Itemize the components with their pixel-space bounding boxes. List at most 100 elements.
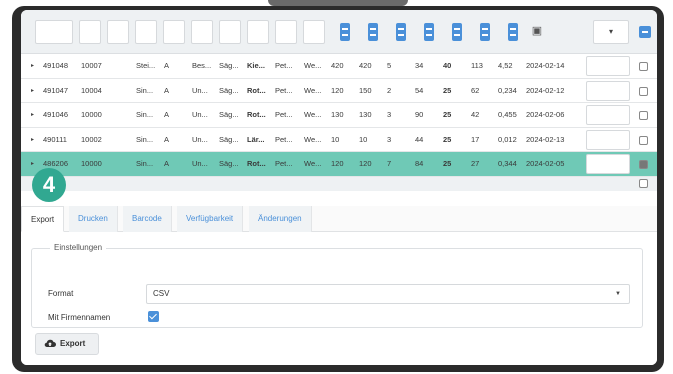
cell-c9: We... — [304, 85, 322, 95]
sort-button-7[interactable] — [508, 23, 518, 41]
table-row-selected[interactable]: ▸ 486206 10000 Sin... A Un... Säg... Rot… — [21, 152, 657, 177]
filter-input-5[interactable] — [163, 20, 185, 44]
sort-button-4[interactable] — [424, 23, 434, 41]
cell-n1: 120 — [331, 85, 344, 95]
cell-c5: Un... — [192, 85, 208, 95]
row-input[interactable] — [586, 129, 630, 150]
filter-input-4[interactable] — [135, 20, 157, 44]
filter-input-2[interactable] — [79, 20, 101, 44]
cell-n2: 130 — [359, 110, 372, 119]
filter-input-3[interactable] — [107, 20, 129, 44]
row-input[interactable] — [586, 56, 630, 76]
cell-n7: 0,455 — [498, 110, 517, 119]
cell-n4: 54 — [415, 85, 424, 95]
expand-icon[interactable]: ▸ — [31, 128, 34, 152]
filter-input-6[interactable] — [191, 20, 213, 44]
cell-c6: Säg... — [219, 110, 239, 119]
expand-icon[interactable]: ▸ — [31, 54, 34, 78]
column-dropdown-button[interactable]: ▾ — [593, 20, 629, 44]
row-checkbox[interactable] — [639, 178, 648, 188]
table-row[interactable]: ▸ 491048 10007 Stei... A Bes... Säg... K… — [21, 54, 657, 79]
sort-button-6[interactable] — [480, 23, 490, 41]
table-row[interactable]: ▸ 490111 10002 Sin... A Un... Säg... Lär… — [21, 127, 657, 152]
cell-c4: A — [164, 85, 170, 95]
cell-n2: 120 — [359, 159, 372, 168]
cell-date: 2024-02-12 — [526, 85, 565, 95]
calendar-icon[interactable]: ▣ — [530, 23, 544, 39]
cell-c4: A — [164, 61, 170, 70]
filter-input-8[interactable] — [247, 20, 269, 44]
table-row[interactable]: ▸ 491046 10000 Sin... A Un... Säg... Rot… — [21, 103, 657, 128]
row-checkbox[interactable] — [639, 62, 648, 71]
cell-c8: Pet... — [275, 110, 293, 119]
cell-c9: We... — [304, 159, 322, 168]
cell-c6: Säg... — [219, 159, 239, 168]
format-label: Format — [48, 289, 74, 298]
cell-id: 490111 — [43, 134, 67, 144]
filter-input-10[interactable] — [303, 20, 325, 44]
cell-n7: 0,012 — [498, 134, 517, 144]
tab-drucken[interactable]: Drucken — [69, 206, 118, 232]
cell-c4: A — [164, 134, 170, 144]
row-input[interactable] — [586, 105, 630, 125]
cell-c5: Bes... — [192, 61, 212, 70]
cell-n4: 44 — [415, 134, 424, 144]
cell-c4: A — [164, 159, 170, 168]
cell-n7: 4,52 — [498, 61, 513, 70]
cell-c3: Sin... — [136, 159, 154, 168]
sort-button-2[interactable] — [368, 23, 378, 41]
cell-n4: 90 — [415, 110, 424, 119]
cell-n4: 84 — [415, 159, 424, 168]
cell-c8: Pet... — [275, 61, 293, 70]
select-all-checkbox[interactable] — [639, 26, 651, 38]
cell-c9: We... — [304, 110, 322, 119]
firm-name-label: Mit Firmennamen — [48, 313, 111, 322]
filter-input-id[interactable] — [35, 20, 73, 44]
tab-export[interactable]: Export — [21, 206, 65, 232]
cell-n6: 17 — [471, 134, 480, 144]
cell-n2: 420 — [359, 61, 372, 70]
filter-input-7[interactable] — [219, 20, 241, 44]
cell-c9: We... — [304, 61, 322, 70]
export-button-label: Export — [60, 339, 86, 348]
tab-aenderungen[interactable]: Änderungen — [249, 206, 312, 232]
cell-id: 491048 — [43, 61, 69, 70]
cell-c8: Pet... — [275, 159, 293, 168]
cell-n5: 25 — [443, 134, 452, 144]
cell-c7: Rot... — [247, 159, 266, 168]
row-input[interactable] — [586, 154, 630, 174]
row-checkbox[interactable] — [639, 135, 648, 145]
table-empty-row — [21, 176, 657, 191]
sort-button-5[interactable] — [452, 23, 462, 41]
cell-n3: 3 — [387, 110, 392, 119]
cell-n2: 150 — [359, 85, 372, 95]
cell-n5: 40 — [443, 61, 452, 70]
tab-barcode[interactable]: Barcode — [123, 206, 172, 232]
cell-id: 491046 — [43, 110, 69, 119]
expand-icon[interactable]: ▸ — [31, 152, 34, 176]
format-select[interactable]: CSV ▼ — [146, 284, 630, 304]
cell-id: 491047 — [43, 85, 69, 95]
sort-button-3[interactable] — [396, 23, 406, 41]
cell-n6: 27 — [471, 159, 480, 168]
export-button[interactable]: Export — [35, 333, 99, 355]
firm-name-checkbox[interactable] — [148, 311, 159, 322]
sort-button-1[interactable] — [340, 23, 350, 41]
table-row[interactable]: ▸ 491047 10004 Sin... A Un... Säg... Rot… — [21, 78, 657, 103]
row-checkbox-checked[interactable] — [639, 160, 648, 169]
cell-n7: 0,344 — [498, 159, 517, 168]
row-checkbox[interactable] — [639, 111, 648, 120]
cell-c6: Säg... — [219, 85, 239, 95]
cell-n7: 0,234 — [498, 85, 517, 95]
cell-c5: Un... — [192, 134, 208, 144]
filter-input-9[interactable] — [275, 20, 297, 44]
row-input[interactable] — [586, 80, 630, 101]
settings-fieldset: Einstellungen Format CSV ▼ Mit Firmennam… — [31, 243, 643, 328]
cell-n1: 420 — [331, 61, 344, 70]
tab-verfuegbarkeit[interactable]: Verfügbarkeit — [177, 206, 244, 232]
row-checkbox[interactable] — [639, 86, 648, 96]
cell-c8: Pet... — [275, 85, 293, 95]
expand-icon[interactable]: ▸ — [31, 79, 34, 103]
cell-n5: 25 — [443, 110, 452, 119]
expand-icon[interactable]: ▸ — [31, 103, 34, 127]
